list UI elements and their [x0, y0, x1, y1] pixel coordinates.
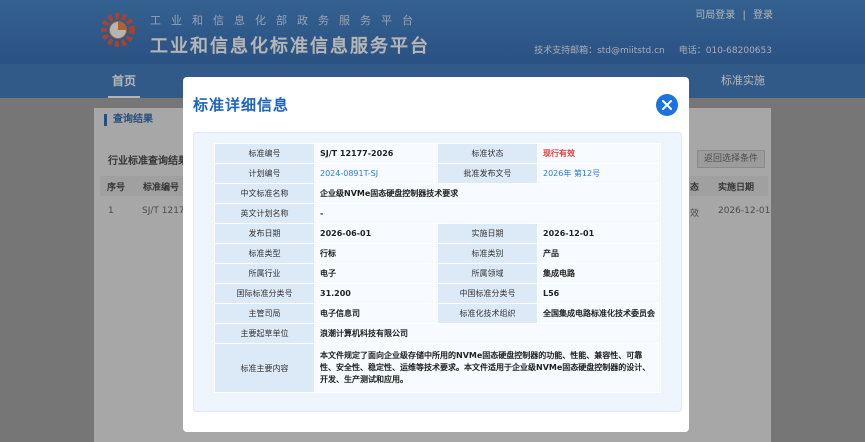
pub-date-value: 2026-06-01 — [314, 223, 438, 244]
status-value: 现行有效 — [537, 143, 661, 164]
status-label: 标准状态 — [437, 143, 538, 164]
dept-value: 电子信息司 — [314, 303, 438, 324]
modal-title: 标准详细信息 — [193, 96, 290, 114]
plan-no-label: 计划编号 — [214, 163, 315, 184]
detail-table: 标准编号 SJ/T 12177-2026 标准状态 现行有效 计划编号 2024… — [214, 143, 661, 393]
table-row: 主管司局 电子信息司 标准化技术组织 全国集成电路标准化技术委员会 — [214, 303, 661, 324]
industry-value: 电子 — [314, 263, 438, 284]
approval-link[interactable]: 2026年 第12号 — [537, 163, 661, 184]
en-name-value: - — [314, 203, 661, 224]
ccs-value: L56 — [537, 283, 661, 304]
summary-value: 本文件规定了面向企业级存储中所用的NVMe固态硬盘控制器的功能、性能、兼容性、可… — [314, 343, 661, 393]
summary-label: 标准主要内容 — [214, 343, 315, 393]
close-button[interactable] — [656, 94, 678, 116]
impl-date-value: 2026-12-01 — [537, 223, 661, 244]
close-icon — [662, 100, 672, 110]
dept-label: 主管司局 — [214, 303, 315, 324]
cn-name-label: 中文标准名称 — [214, 183, 315, 204]
cn-name-value: 企业级NVMe固态硬盘控制器技术要求 — [314, 183, 661, 204]
industry-label: 所属行业 — [214, 263, 315, 284]
pub-date-label: 发布日期 — [214, 223, 315, 244]
approval-label: 批准发布文号 — [437, 163, 538, 184]
page: 工业和信息化部政务服务平台 工业和信息化标准信息服务平台 司局登录 | 登录 技… — [0, 0, 865, 442]
drafter-value: 浪潮计算机科技有限公司 — [314, 323, 661, 344]
tc-label: 标准化技术组织 — [437, 303, 538, 324]
std-class-label: 标准类别 — [437, 243, 538, 264]
standard-detail-modal: 标准详细信息 标准编号 SJ/T 12177-2026 标准状态 现行有效 计划… — [183, 77, 689, 432]
ics-label: 国际标准分类号 — [214, 283, 315, 304]
en-name-label: 英文计划名称 — [214, 203, 315, 224]
table-row: 计划编号 2024-0891T-SJ 批准发布文号 2026年 第12号 — [214, 163, 661, 184]
std-code-label: 标准编号 — [214, 143, 315, 164]
std-code-value: SJ/T 12177-2026 — [314, 143, 438, 164]
table-row: 国际标准分类号 31.200 中国标准分类号 L56 — [214, 283, 661, 304]
detail-card: 标准编号 SJ/T 12177-2026 标准状态 现行有效 计划编号 2024… — [193, 132, 682, 412]
table-row: 英文计划名称 - — [214, 203, 661, 224]
drafter-label: 主要起草单位 — [214, 323, 315, 344]
std-type-label: 标准类型 — [214, 243, 315, 264]
std-type-value: 行标 — [314, 243, 438, 264]
tc-value: 全国集成电路标准化技术委员会 — [537, 303, 661, 324]
table-row: 标准编号 SJ/T 12177-2026 标准状态 现行有效 — [214, 143, 661, 164]
table-row: 标准主要内容 本文件规定了面向企业级存储中所用的NVMe固态硬盘控制器的功能、性… — [214, 343, 661, 393]
table-row: 标准类型 行标 标准类别 产品 — [214, 243, 661, 264]
plan-no-link[interactable]: 2024-0891T-SJ — [314, 163, 438, 184]
ccs-label: 中国标准分类号 — [437, 283, 538, 304]
table-row: 主要起草单位 浪潮计算机科技有限公司 — [214, 323, 661, 344]
ics-value: 31.200 — [314, 283, 438, 304]
field-value: 集成电路 — [537, 263, 661, 284]
impl-date-label: 实施日期 — [437, 223, 538, 244]
std-class-value: 产品 — [537, 243, 661, 264]
table-row: 所属行业 电子 所属领域 集成电路 — [214, 263, 661, 284]
table-row: 中文标准名称 企业级NVMe固态硬盘控制器技术要求 — [214, 183, 661, 204]
field-label: 所属领域 — [437, 263, 538, 284]
table-row: 发布日期 2026-06-01 实施日期 2026-12-01 — [214, 223, 661, 244]
